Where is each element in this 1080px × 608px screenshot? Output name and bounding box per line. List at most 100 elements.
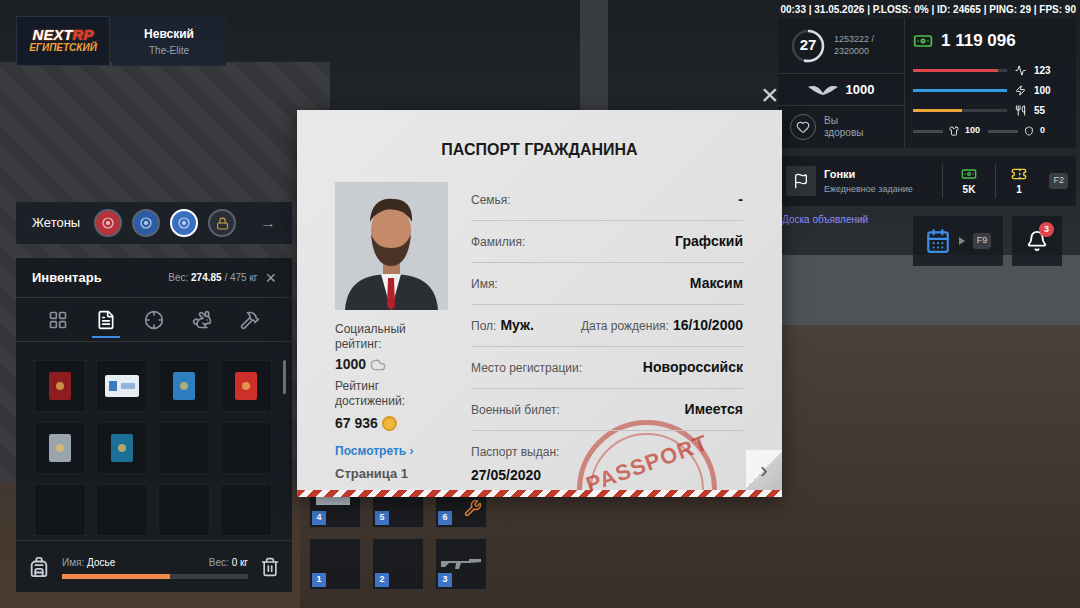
inventory-tab[interactable] (184, 298, 220, 342)
flag-icon (793, 173, 809, 189)
inventory-slot[interactable] (220, 360, 272, 412)
inventory-slot[interactable] (220, 422, 272, 474)
slot-key: 3 (438, 573, 452, 587)
token[interactable] (170, 209, 198, 237)
inventory-slot[interactable] (158, 484, 210, 536)
vital-row: 123 (909, 60, 1072, 80)
daily-task[interactable]: ГонкиЕжедневное задание5K1F2 (778, 156, 1076, 206)
passport-row: Пол:Муж.Дата рождения:16/10/2000 (471, 305, 743, 347)
close-button[interactable]: × (265, 269, 276, 287)
inventory-slot[interactable] (158, 422, 210, 474)
inventory-tab[interactable] (40, 298, 76, 342)
xp-text: 1253222 / 2320000 (834, 34, 892, 57)
vital-fill (913, 109, 962, 112)
slot-key: 6 (438, 511, 452, 525)
hotbar-slot[interactable]: 2 (372, 538, 424, 590)
scene-pole (580, 0, 608, 110)
card-item (105, 375, 139, 397)
passport-fields: Семья:-Фамилия:ГрафскийИмя:МаксимПол:Муж… (471, 162, 743, 486)
tab-icon (240, 310, 260, 330)
document-item (49, 372, 71, 400)
view-link[interactable]: Посмотреть › (335, 442, 448, 460)
dialog-close-button[interactable]: × (761, 80, 779, 110)
token-emblem-icon (139, 216, 153, 230)
next-page-button[interactable]: › (746, 450, 782, 490)
notifications-button[interactable]: 3 (1012, 216, 1062, 266)
inventory-grid-area (16, 342, 292, 540)
inventory-slot[interactable] (34, 484, 86, 536)
trash-icon[interactable] (260, 557, 280, 577)
wings-icon (808, 83, 838, 97)
tokens-arrow[interactable]: → (260, 211, 276, 235)
server-logo: NEXTRPЕГИПЕТСКИЙ (16, 16, 110, 66)
token-locked[interactable] (208, 209, 236, 237)
status-line: 00:33 | 31.05.2026 | P.LOSS: 0% | ID: 24… (780, 2, 1076, 17)
token[interactable] (94, 209, 122, 237)
tokens-panel: Жетоны→ (16, 202, 292, 244)
inventory-slot[interactable] (34, 360, 86, 412)
passport-left: Социальный рейтинг:1000Рейтинг достижени… (335, 162, 448, 486)
tab-icon (48, 310, 68, 330)
inventory-tab[interactable] (88, 298, 124, 342)
rifle-icon (439, 555, 483, 573)
vital-icon (1015, 85, 1026, 96)
inventory-panel: ИнвентарьВес: 274.85 / 475 кг× Имя: Досье… (16, 258, 292, 592)
chevron-icon (959, 237, 965, 245)
key-hint: F2 (1049, 173, 1068, 189)
passport-row: Военный билет:Имеется (471, 389, 743, 431)
vital-row: 100 (909, 80, 1072, 100)
extra-icon (1024, 126, 1034, 136)
coin-icon (382, 416, 397, 431)
backpack-icon (28, 556, 50, 578)
passport-row: Фамилия:Графский (471, 221, 743, 263)
vital-row: 55 (909, 100, 1072, 120)
hotbar-slot[interactable]: 3 (435, 538, 487, 590)
passport-row: Паспорт выдан:27/05/2020 (471, 431, 743, 486)
vital-icon (1015, 65, 1026, 76)
passport-title: ПАСПОРТ ГРАЖДАНИНА (297, 110, 782, 162)
passport-border-stripe (297, 490, 782, 497)
inventory-slot[interactable] (220, 484, 272, 536)
inventory-slot[interactable] (96, 422, 148, 474)
tab-icon (192, 310, 212, 330)
money-icon (913, 31, 933, 51)
extra-icon (949, 126, 959, 136)
game-screen: 00:33 | 31.05.2026 | P.LOSS: 0% | ID: 24… (0, 0, 1080, 608)
hotbar-slot[interactable]: 1 (309, 538, 361, 590)
social-points: 1000 (778, 74, 904, 106)
slot-key: 2 (375, 573, 389, 587)
token-emblem-icon (177, 216, 191, 230)
tab-icon (96, 310, 116, 330)
money-icon (961, 166, 977, 182)
token[interactable] (132, 209, 160, 237)
portrait-icon (335, 182, 448, 310)
slot-item (316, 497, 350, 505)
passport-row: Имя:Максим (471, 263, 743, 305)
money: 1 119 096 (909, 22, 1072, 60)
slot-key: 5 (375, 511, 389, 525)
cloud-icon (370, 357, 386, 373)
bag-footer: Имя: ДосьеВес: 0 кг (16, 540, 292, 592)
token-emblem-icon (101, 216, 115, 230)
heart-icon (796, 120, 810, 134)
inventory-tabs (16, 298, 292, 342)
slot-key: 1 (312, 573, 326, 587)
board-link[interactable]: Доска объявлений (782, 212, 868, 227)
inventory-slot[interactable] (96, 484, 148, 536)
inventory-slot[interactable] (96, 360, 148, 412)
inventory-slot[interactable] (34, 422, 86, 474)
inventory-slot[interactable] (158, 360, 210, 412)
inventory-tab[interactable] (232, 298, 268, 342)
scrollbar-thumb[interactable] (283, 360, 286, 394)
vital-fill (913, 69, 998, 72)
document-item (173, 372, 195, 400)
level-block: 271253222 / 2320000 (778, 18, 904, 74)
tab-icon (144, 310, 164, 330)
document-item (235, 372, 257, 400)
inventory-tab[interactable] (136, 298, 172, 342)
inventory-header: ИнвентарьВес: 274.85 / 475 кг× (16, 258, 292, 298)
calendar-button[interactable]: F9 (913, 216, 1003, 266)
passport-stamp: PASSPORT (577, 420, 717, 497)
passport-dialog: PASSPORT ПАСПОРТ ГРАЖДАНИНАСоциальный рей… (297, 110, 782, 497)
hud-stats-panel: 271253222 / 23200001000Вы здоровы1 119 0… (778, 18, 1076, 148)
